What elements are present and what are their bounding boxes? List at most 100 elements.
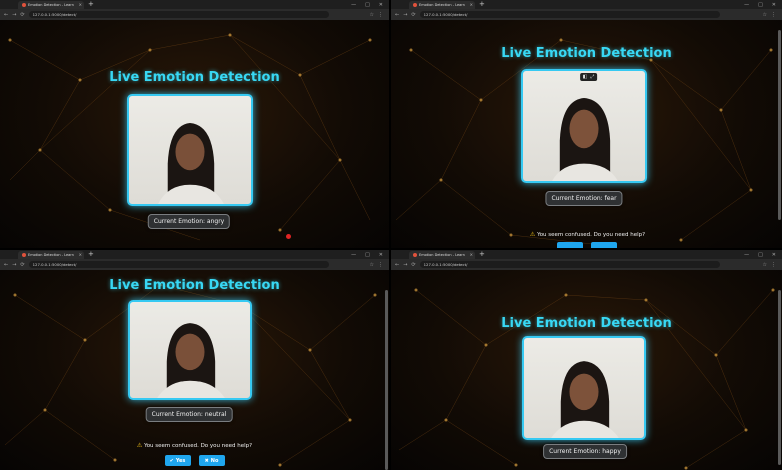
yes-button[interactable]: ✔ Yes (164, 455, 191, 466)
check-icon: ✔ (169, 457, 174, 464)
url-text: 127.0.0.1:5000/detect/ (423, 262, 468, 267)
minimize-button[interactable]: — (351, 2, 356, 8)
menu-kebab-icon[interactable]: ⋮ (378, 12, 383, 18)
screenshot-panel-angry: Emotion Detection - Learn × + — □ ✕ ← → … (0, 0, 389, 248)
url-input[interactable]: 127.0.0.1:5000/detect/ (28, 261, 329, 268)
reload-button[interactable]: ⟳ (411, 262, 415, 268)
scrollbar[interactable] (778, 30, 781, 220)
help-prompt: ⚠ You seem confused. Do you need help? (391, 231, 782, 238)
expand-icon[interactable]: ⤢ (590, 74, 594, 80)
help-buttons (391, 242, 782, 248)
new-tab-button[interactable]: + (479, 0, 485, 9)
url-input[interactable]: 127.0.0.1:5000/detect/ (419, 11, 720, 18)
close-window-button[interactable]: ✕ (772, 252, 776, 258)
browser-tab-bar: Emotion Detection - Learn × + — □ ✕ (0, 0, 389, 9)
bookmark-star-icon[interactable]: ☆ (763, 12, 767, 18)
tab-title: Emotion Detection - Learn (419, 252, 465, 257)
new-tab-button[interactable]: + (88, 250, 94, 259)
menu-kebab-icon[interactable]: ⋮ (378, 262, 383, 268)
page-title: Live Emotion Detection (109, 70, 280, 85)
back-button[interactable]: ← (395, 262, 399, 268)
page-body: Live Emotion Detection ◧ ⤢ Current Emoti… (391, 20, 782, 248)
help-prompt-text: You seem confused. Do you need help? (144, 443, 253, 449)
bookmark-star-icon[interactable]: ☆ (370, 262, 374, 268)
no-button[interactable]: ✖ No (198, 455, 225, 466)
yes-button[interactable] (556, 242, 583, 248)
url-input[interactable]: 127.0.0.1:5000/detect/ (28, 11, 329, 18)
record-dot-icon (286, 234, 291, 239)
help-prompt: ⚠ You seem confused. Do you need help? (0, 442, 389, 449)
minimize-button[interactable]: — (351, 252, 356, 258)
favicon-icon (22, 2, 26, 7)
reload-button[interactable]: ⟳ (411, 12, 415, 18)
url-text: 127.0.0.1:5000/detect/ (423, 12, 468, 17)
page-body: Live Emotion Detection Current Emotion: … (391, 270, 782, 470)
screenshot-panel-neutral: Emotion Detection - Learn × + — □ ✕ ← → … (0, 250, 389, 470)
address-bar: ← → ⟳ 127.0.0.1:5000/detect/ ☆ ⋮ (391, 9, 782, 20)
maximize-button[interactable]: □ (365, 2, 370, 8)
maximize-button[interactable]: □ (365, 252, 370, 258)
reload-button[interactable]: ⟳ (20, 12, 24, 18)
browser-tab-bar: Emotion Detection - Learn × + — □ ✕ (391, 0, 782, 9)
no-button-label: No (210, 457, 219, 464)
tab-close-icon[interactable]: × (470, 2, 475, 7)
current-emotion-label: Current Emotion: neutral (145, 407, 233, 422)
person-silhouette (158, 123, 224, 204)
tab-close-icon[interactable]: × (79, 252, 84, 257)
no-button[interactable] (590, 242, 617, 248)
webcam-feed (521, 69, 647, 183)
menu-kebab-icon[interactable]: ⋮ (771, 12, 776, 18)
scrollbar[interactable] (385, 290, 388, 470)
page-title: Live Emotion Detection (109, 278, 280, 293)
forward-button[interactable]: → (403, 262, 407, 268)
page-title: Live Emotion Detection (501, 316, 672, 331)
scrollbar[interactable] (778, 290, 781, 465)
close-window-button[interactable]: ✕ (379, 2, 383, 8)
camera-icon[interactable]: ◧ (583, 74, 588, 80)
browser-tab[interactable]: Emotion Detection - Learn × (18, 250, 84, 259)
bookmark-star-icon[interactable]: ☆ (370, 12, 374, 18)
tab-title: Emotion Detection - Learn (419, 2, 465, 7)
maximize-button[interactable]: □ (758, 252, 763, 258)
minimize-button[interactable]: — (744, 252, 749, 258)
maximize-button[interactable]: □ (758, 2, 763, 8)
forward-button[interactable]: → (403, 12, 407, 18)
menu-kebab-icon[interactable]: ⋮ (771, 262, 776, 268)
current-emotion-label: Current Emotion: fear (545, 191, 623, 206)
close-window-button[interactable]: ✕ (379, 252, 383, 258)
browser-tab[interactable]: Emotion Detection - Learn × (18, 0, 84, 9)
back-button[interactable]: ← (395, 12, 399, 18)
tab-close-icon[interactable]: × (470, 252, 475, 257)
forward-button[interactable]: → (12, 262, 16, 268)
tab-title: Emotion Detection - Learn (28, 252, 74, 257)
favicon-icon (22, 252, 26, 257)
browser-tab[interactable]: Emotion Detection - Learn × (409, 0, 475, 9)
picture-in-picture-controls[interactable]: ◧ ⤢ (579, 73, 598, 81)
url-text: 127.0.0.1:5000/detect/ (32, 12, 77, 17)
bookmark-star-icon[interactable]: ☆ (763, 262, 767, 268)
new-tab-button[interactable]: + (479, 250, 485, 259)
current-emotion-label: Current Emotion: angry (147, 214, 231, 229)
webcam-feed (128, 300, 252, 400)
address-bar: ← → ⟳ 127.0.0.1:5000/detect/ ☆ ⋮ (0, 259, 389, 270)
person-silhouette (157, 323, 225, 398)
close-icon: ✖ (204, 457, 209, 464)
browser-tab[interactable]: Emotion Detection - Learn × (409, 250, 475, 259)
address-bar: ← → ⟳ 127.0.0.1:5000/detect/ ☆ ⋮ (0, 9, 389, 20)
current-emotion-label: Current Emotion: happy (543, 444, 627, 459)
yes-button-label: Yes (175, 457, 186, 464)
webcam-feed (522, 336, 646, 440)
browser-tab-bar: Emotion Detection - Learn × + — □ ✕ (391, 250, 782, 259)
back-button[interactable]: ← (4, 12, 8, 18)
screenshot-panel-happy: Emotion Detection - Learn × + — □ ✕ ← → … (391, 250, 782, 470)
back-button[interactable]: ← (4, 262, 8, 268)
new-tab-button[interactable]: + (88, 0, 94, 9)
reload-button[interactable]: ⟳ (20, 262, 24, 268)
url-input[interactable]: 127.0.0.1:5000/detect/ (419, 261, 720, 268)
minimize-button[interactable]: — (744, 2, 749, 8)
forward-button[interactable]: → (12, 12, 16, 18)
tab-close-icon[interactable]: × (79, 2, 84, 7)
page-body: Live Emotion Detection Current Emotion: … (0, 20, 389, 248)
close-window-button[interactable]: ✕ (772, 2, 776, 8)
help-prompt-text: You seem confused. Do you need help? (537, 232, 646, 238)
